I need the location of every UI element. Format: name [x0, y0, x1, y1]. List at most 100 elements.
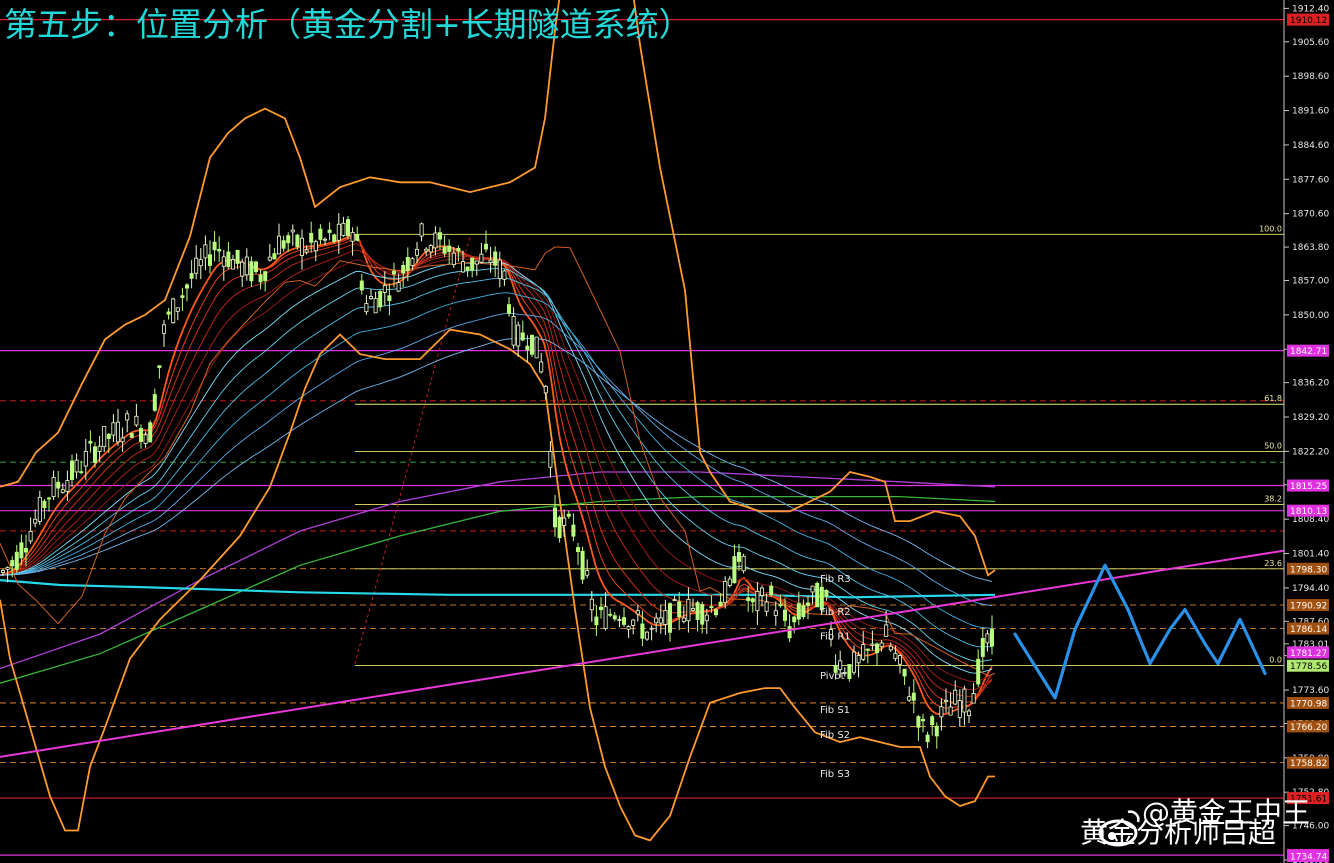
- candle-body-22: [102, 425, 107, 448]
- candle-body-100: [460, 261, 465, 273]
- candle-body-125: [576, 547, 581, 552]
- candle-body-135: [622, 617, 627, 625]
- candle-body-149: [686, 598, 691, 622]
- candle-body-213: [980, 638, 985, 657]
- candle-body-83: [382, 285, 387, 293]
- candle-body-39: [180, 295, 185, 298]
- candle-body-200: [921, 718, 926, 722]
- pivot-label-5: Fib S2: [820, 730, 850, 741]
- candle-body-112: [516, 324, 521, 347]
- candle-body-104: [479, 253, 484, 263]
- candle-body-156: [718, 601, 723, 607]
- candle-body-80: [368, 295, 373, 299]
- candle-body-54: [249, 261, 254, 282]
- candle-body-74: [341, 222, 346, 236]
- candle-body-2: [10, 560, 15, 567]
- candle-body-179: [824, 590, 829, 597]
- candle-body-188: [865, 648, 870, 651]
- candle-body-46: [212, 241, 217, 251]
- candle-body-120: [553, 507, 558, 528]
- candle-body-175: [806, 602, 811, 606]
- price-tag-label-9: 1770.98: [1290, 699, 1327, 709]
- candle-body-25: [116, 421, 121, 443]
- candle-body-30: [138, 428, 143, 442]
- candle-body-1: [5, 567, 10, 570]
- candle-body-189: [870, 643, 875, 646]
- candle-body-160: [737, 552, 742, 562]
- candle-body-14: [65, 480, 70, 492]
- fib-label-0: 100.0: [1259, 224, 1282, 233]
- candle-body-131: [603, 606, 608, 630]
- candle-body-119: [548, 451, 553, 468]
- y-tick-label-0: 1912.40: [1292, 4, 1329, 14]
- candle-body-142: [654, 617, 659, 624]
- candle-body-154: [709, 606, 714, 609]
- candle-body-10: [47, 497, 52, 500]
- y-tick-label-5: 1877.60: [1292, 175, 1329, 185]
- candle-body-19: [88, 440, 93, 444]
- candle-body-165: [760, 587, 765, 596]
- price-tag-label-3: 1810.13: [1290, 507, 1327, 517]
- candle-body-97: [447, 245, 452, 252]
- candle-body-70: [322, 238, 327, 241]
- candle-body-209: [962, 688, 967, 713]
- candle-body-7: [33, 518, 38, 524]
- y-tick-label-6: 1870.60: [1292, 210, 1329, 220]
- candle-body-77: [355, 234, 360, 241]
- candle-body-24: [111, 422, 116, 436]
- candle-body-196: [902, 668, 907, 677]
- candle-body-205: [944, 699, 949, 702]
- candle-body-128: [589, 598, 594, 611]
- candle-body-110: [506, 304, 511, 314]
- candle-body-67: [309, 232, 314, 243]
- candle-body-168: [773, 610, 778, 616]
- candle-body-157: [723, 581, 728, 604]
- candle-body-195: [898, 655, 903, 665]
- candle-body-102: [470, 257, 475, 271]
- candle-body-146: [672, 599, 677, 602]
- candle-body-48: [221, 256, 226, 267]
- candle-body-16: [74, 459, 79, 473]
- y-tick-label-4: 1884.60: [1292, 141, 1329, 151]
- candle-body-40: [184, 284, 189, 289]
- candle-body-6: [28, 531, 33, 542]
- watermark-analyst: 黄金分析师吕超: [1080, 816, 1276, 849]
- candle-body-85: [391, 270, 396, 275]
- candle-body-115: [530, 334, 535, 355]
- candle-body-82: [378, 291, 383, 308]
- candle-body-126: [580, 550, 585, 580]
- candle-body-106: [488, 259, 493, 263]
- candle-body-65: [299, 237, 304, 256]
- candle-body-72: [332, 234, 337, 242]
- candle-body-150: [691, 608, 696, 611]
- candle-body-121: [557, 516, 562, 539]
- candle-body-174: [801, 605, 806, 618]
- candle-body-145: [668, 603, 673, 633]
- price-tag-label-14: 1734.74: [1290, 853, 1327, 863]
- candle-body-124: [571, 524, 576, 537]
- candle-body-186: [856, 655, 861, 664]
- candle-body-75: [345, 219, 350, 237]
- candle-body-173: [796, 603, 801, 620]
- candle-body-31: [143, 434, 148, 444]
- candle-body-214: [985, 633, 990, 644]
- candle-body-202: [930, 716, 935, 726]
- candle-body-136: [626, 626, 631, 630]
- price-tag-label-0: 1910.12: [1290, 16, 1327, 26]
- candle-body-20: [93, 446, 98, 463]
- candle-body-201: [925, 734, 930, 743]
- candle-body-134: [617, 619, 622, 621]
- chart-title: 第五步：位置分析（黄金分割+长期隧道系统）: [4, 5, 692, 44]
- candle-body-59: [272, 253, 277, 260]
- candle-body-49: [226, 251, 231, 268]
- candle-body-109: [502, 270, 507, 280]
- fib-label-5: 0.0: [1269, 656, 1282, 665]
- candle-body-9: [42, 500, 47, 509]
- candle-body-117: [539, 361, 544, 373]
- candle-body-4: [19, 542, 24, 559]
- candle-body-5: [23, 547, 28, 553]
- candle-body-169: [778, 604, 783, 607]
- candle-body-166: [764, 601, 769, 612]
- candle-body-141: [649, 627, 654, 630]
- candle-body-73: [336, 223, 341, 241]
